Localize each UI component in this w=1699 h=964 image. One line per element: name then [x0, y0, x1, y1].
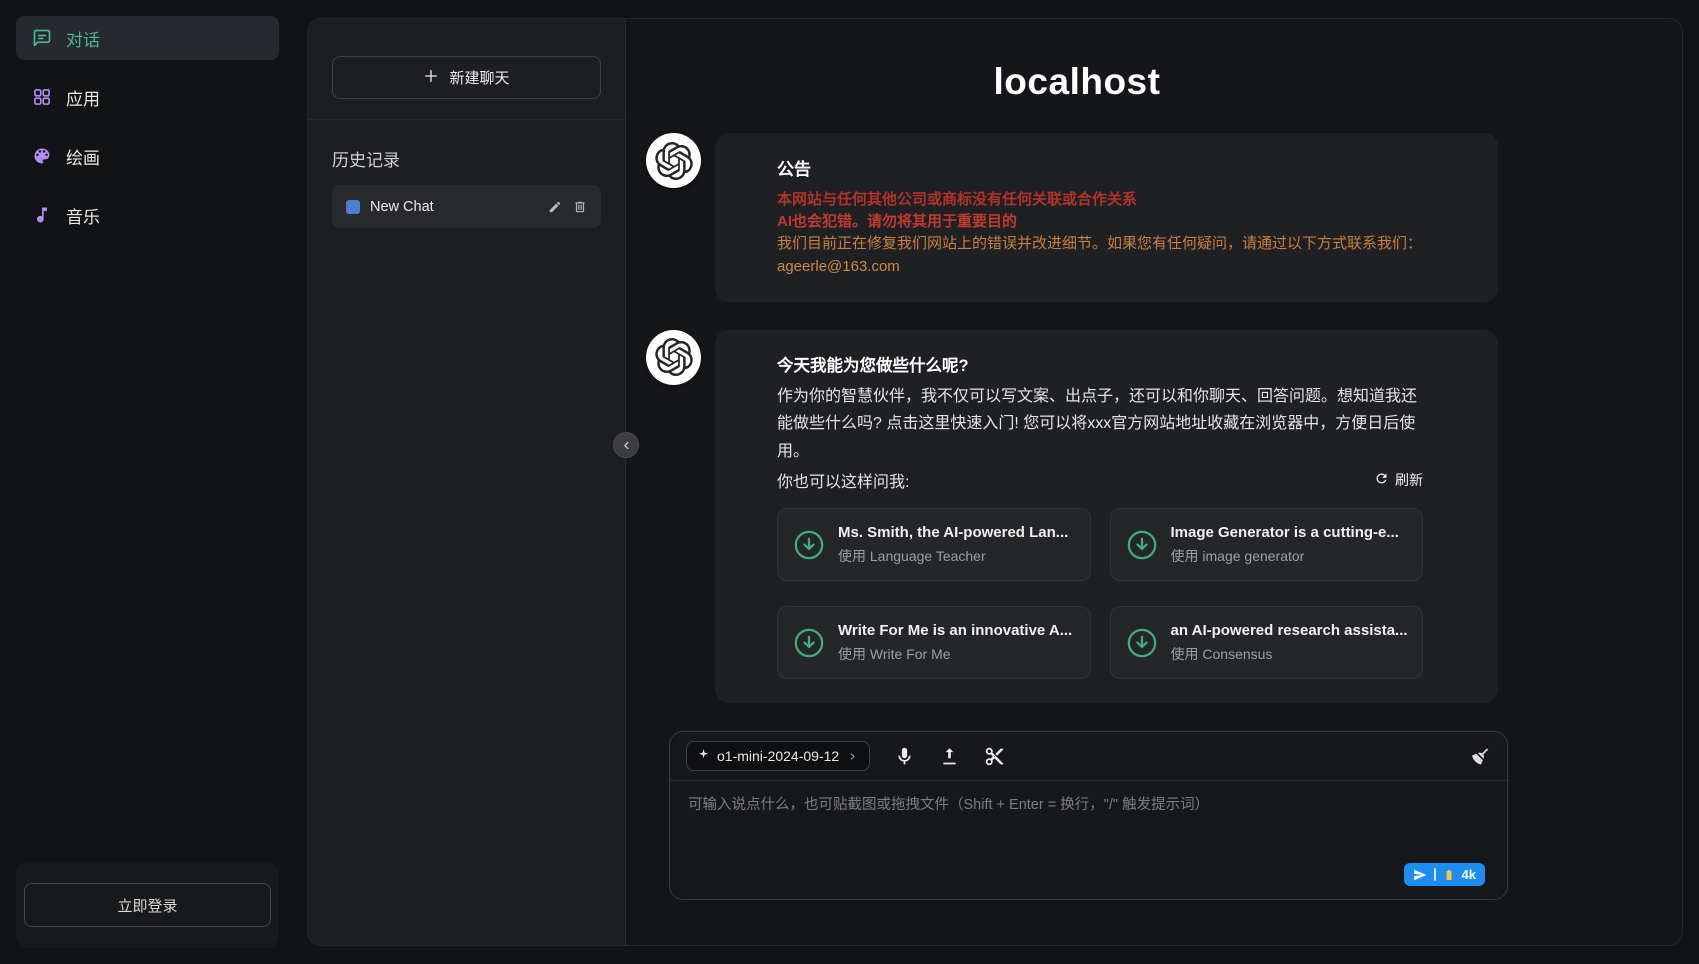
send-token-badge[interactable]: 4k: [1404, 863, 1485, 886]
send-icon: [1413, 868, 1427, 882]
sidebar-item-drawing[interactable]: 绘画: [16, 134, 279, 178]
contact-email-link[interactable]: ageerle@163.com: [777, 256, 900, 278]
assistant-message-welcome: 今天我能为您做些什么呢? 作为你的智慧伙伴，我不仅可以写文案、出点子，还可以和你…: [646, 330, 1508, 704]
message-input[interactable]: [670, 781, 1507, 899]
sidebar-item-music[interactable]: 音乐: [16, 193, 279, 237]
apps-grid-icon: [32, 87, 52, 107]
chat-list-panel: 新建聊天 历史记录 New Chat: [308, 19, 626, 945]
scissors-icon: [984, 746, 1005, 767]
suggestion-title: Write For Me is an innovative A...: [838, 622, 1072, 639]
refresh-button[interactable]: 刷新: [1374, 470, 1423, 490]
suggestion-title: Ms. Smith, the AI-powered Lan...: [838, 524, 1068, 541]
chevron-right-icon: [846, 750, 859, 763]
edit-icon[interactable]: [548, 200, 562, 214]
microphone-icon: [894, 746, 915, 767]
login-button[interactable]: 立即登录: [24, 883, 271, 927]
battery-icon: [1443, 868, 1455, 882]
upload-icon: [939, 746, 960, 767]
suggestion-title: an AI-powered research assista...: [1171, 622, 1408, 639]
sidebar-item-label: 绘画: [66, 144, 100, 169]
suggestion-subtitle: 使用 Language Teacher: [838, 546, 1068, 566]
suggestion-card[interactable]: Ms. Smith, the AI-powered Lan... 使用 Lang…: [777, 508, 1091, 581]
suggestion-card[interactable]: Write For Me is an innovative A... 使用 Wr…: [777, 606, 1091, 679]
welcome-bubble: 今天我能为您做些什么呢? 作为你的智慧伙伴，我不仅可以写文案、出点子，还可以和你…: [715, 330, 1498, 704]
chat-item-actions: [548, 200, 587, 214]
composer-input-area: 4k: [670, 781, 1507, 899]
assistant-message-announcement: 公告 本网站与任何其他公司或商标没有任何关联或合作关系 AI也会犯错。请勿将其用…: [646, 133, 1508, 302]
circle-arrow-down-icon: [1125, 626, 1159, 660]
circle-arrow-down-icon: [792, 528, 826, 562]
suggestion-card[interactable]: an AI-powered research assista... 使用 Con…: [1110, 606, 1424, 679]
hint-row: 你也可以这样问我: 刷新: [777, 468, 1423, 492]
new-chat-label: 新建聊天: [449, 67, 509, 88]
scissors-button[interactable]: [984, 746, 1005, 767]
model-name: o1-mini-2024-09-12: [717, 748, 839, 764]
circle-arrow-down-icon: [1125, 528, 1159, 562]
openai-logo-icon: [655, 142, 693, 180]
model-selector[interactable]: o1-mini-2024-09-12: [686, 741, 870, 771]
sidebar-item-label: 音乐: [66, 203, 100, 228]
sparkle-icon: [697, 748, 710, 764]
chat-color-swatch: [346, 200, 360, 214]
composer-toolbar: o1-mini-2024-09-12: [670, 732, 1507, 781]
chevron-left-icon: [619, 438, 634, 453]
announcement-line: 本网站与任何其他公司或商标没有任何关联或合作关系: [777, 189, 1423, 211]
music-note-icon: [32, 205, 52, 225]
sidebar-nav: 对话 应用 绘画 音乐: [16, 16, 279, 252]
suggestion-text: Image Generator is a cutting-e... 使用 ima…: [1171, 524, 1399, 566]
suggestion-subtitle: 使用 Consensus: [1171, 644, 1408, 664]
palette-icon: [32, 146, 52, 166]
suggestion-text: Write For Me is an innovative A... 使用 Wr…: [838, 622, 1072, 664]
page-title: localhost: [646, 61, 1508, 103]
announcement-line: 我们目前正在修复我们网站上的错误并改进细节。如果您有任何疑问，请通过以下方式联系…: [777, 233, 1423, 255]
delete-icon[interactable]: [573, 200, 587, 214]
suggestion-text: Ms. Smith, the AI-powered Lan... 使用 Lang…: [838, 524, 1068, 566]
collapse-sidebar-button[interactable]: [613, 432, 639, 458]
clear-context-button[interactable]: [1470, 746, 1491, 767]
hint-text: 你也可以这样问我:: [777, 468, 909, 492]
broom-icon: [1470, 746, 1491, 767]
token-count: 4k: [1462, 867, 1476, 882]
app-root: 对话 应用 绘画 音乐 立即登录: [0, 0, 1699, 964]
welcome-title: 今天我能为您做些什么呢?: [777, 352, 1423, 376]
chat-panel: localhost 公告 本网站与任何其他公司或商标没有任何关联或合作关系 AI…: [626, 19, 1682, 945]
suggestion-title: Image Generator is a cutting-e...: [1171, 524, 1399, 541]
badge-divider: [1434, 868, 1436, 881]
sidebar-item-chat[interactable]: 对话: [16, 16, 279, 60]
welcome-body: 作为你的智慧伙伴，我不仅可以写文案、出点子，还可以和你聊天、回答问题。想知道我还…: [777, 383, 1423, 466]
sidebar: 对话 应用 绘画 音乐 立即登录: [0, 0, 295, 964]
history-title: 历史记录: [332, 146, 601, 171]
main-panel: 新建聊天 历史记录 New Chat: [307, 18, 1683, 946]
chat-list-header: 新建聊天: [308, 19, 625, 120]
assistant-avatar: [646, 330, 701, 385]
announcement-title: 公告: [777, 155, 1423, 180]
sidebar-item-label: 应用: [66, 85, 100, 110]
suggestion-subtitle: 使用 Write For Me: [838, 644, 1072, 664]
upload-button[interactable]: [939, 746, 960, 767]
chat-item-title: New Chat: [370, 199, 538, 215]
microphone-button[interactable]: [894, 746, 915, 767]
refresh-icon: [1374, 471, 1389, 489]
sidebar-item-apps[interactable]: 应用: [16, 75, 279, 119]
plus-icon: [423, 68, 439, 88]
login-panel: 立即登录: [16, 862, 279, 948]
openai-logo-icon: [655, 338, 693, 376]
assistant-avatar: [646, 133, 701, 188]
chat-list-item[interactable]: New Chat: [332, 185, 601, 228]
circle-arrow-down-icon: [792, 626, 826, 660]
refresh-label: 刷新: [1395, 470, 1423, 490]
suggestion-subtitle: 使用 image generator: [1171, 546, 1399, 566]
suggestion-card[interactable]: Image Generator is a cutting-e... 使用 ima…: [1110, 508, 1424, 581]
announcement-line: AI也会犯错。请勿将其用于重要目的: [777, 211, 1423, 233]
chat-content: localhost 公告 本网站与任何其他公司或商标没有任何关联或合作关系 AI…: [646, 19, 1508, 900]
sidebar-item-label: 对话: [66, 26, 100, 51]
suggestion-grid: Ms. Smith, the AI-powered Lan... 使用 Lang…: [777, 508, 1423, 679]
composer: o1-mini-2024-09-12: [669, 731, 1508, 900]
suggestion-text: an AI-powered research assista... 使用 Con…: [1171, 622, 1408, 664]
chat-bubble-icon: [32, 28, 52, 48]
announcement-bubble: 公告 本网站与任何其他公司或商标没有任何关联或合作关系 AI也会犯错。请勿将其用…: [715, 133, 1498, 302]
new-chat-button[interactable]: 新建聊天: [332, 56, 601, 99]
